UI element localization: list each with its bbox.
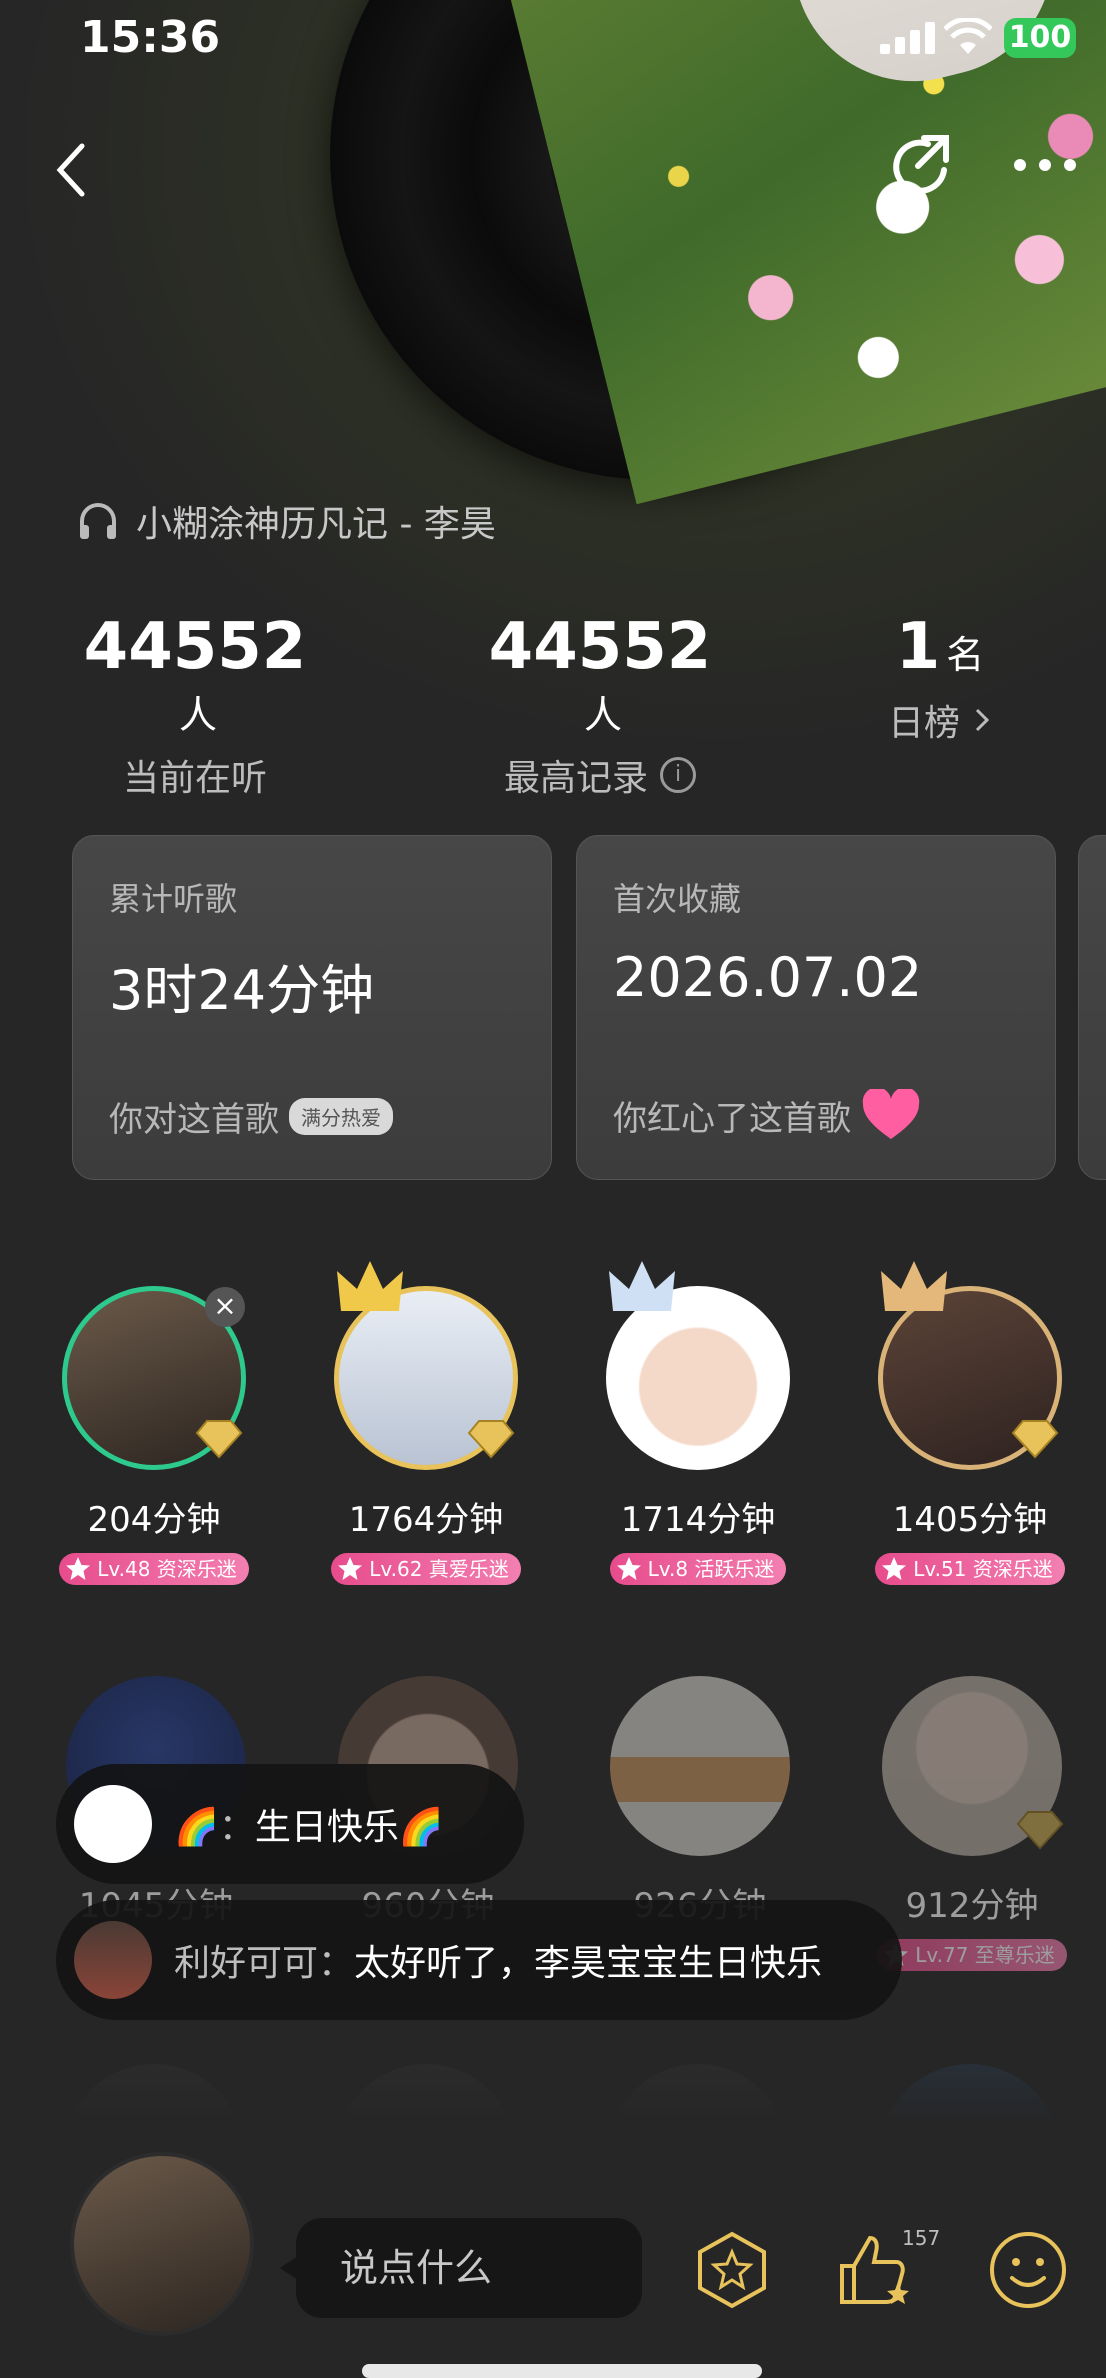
stat-unit: 人 — [178, 693, 217, 737]
love-badge: 满分热爱 — [289, 1098, 393, 1135]
avatar[interactable] — [606, 1261, 790, 1470]
commenter-avatar — [74, 1785, 152, 1863]
stat-value: 44552 — [83, 610, 307, 684]
comment-bubble[interactable]: 🌈：生日快乐🌈 — [56, 1764, 524, 1884]
card-value: 2026.07.02 — [613, 946, 923, 1009]
avatar[interactable] — [882, 1676, 1064, 1856]
stat-label: 最高记录 — [503, 758, 648, 799]
commenter-avatar — [74, 1921, 152, 1999]
crown-silver-icon — [609, 1261, 675, 1311]
chevron-right-icon — [975, 708, 990, 732]
my-avatar[interactable] — [70, 2152, 254, 2336]
card-footer: 你对这首歌 — [109, 1100, 279, 1140]
star-icon — [66, 1557, 91, 1580]
avatar[interactable] — [878, 1261, 1062, 1470]
card-footer: 你红心了这首歌 — [613, 1098, 851, 1139]
listener-item[interactable]: 1714分钟 Lv.8 活跃乐迷 — [598, 1261, 798, 1585]
bottom-fade — [0, 2010, 1106, 2170]
stat-daily-rank[interactable]: 1名 日榜 — [860, 610, 1020, 746]
level-text: Lv.8 活跃乐迷 — [647, 1557, 775, 1581]
listen-minutes: 1405分钟 — [892, 1500, 1048, 1540]
level-badge: Lv.8 活跃乐迷 — [609, 1553, 787, 1585]
listen-minutes: 1714分钟 — [620, 1500, 776, 1540]
level-text: Lv.62 真爱乐迷 — [369, 1557, 509, 1581]
close-icon[interactable]: × — [205, 1287, 245, 1327]
level-text: Lv.77 至尊乐迷 — [915, 1943, 1055, 1967]
listener-item[interactable]: 912分钟 Lv.77 至尊乐迷 — [872, 1676, 1072, 1971]
comment-text: 生日快乐🌈 — [254, 1807, 444, 1848]
listener-item[interactable]: 926分钟 — [600, 1676, 800, 1927]
crown-bronze-icon — [881, 1261, 947, 1311]
avatar[interactable] — [334, 1261, 518, 1470]
comment-input[interactable]: 说点什么 — [296, 2218, 642, 2318]
card-value: 3时24分钟 — [109, 959, 375, 1022]
like-count: 157 — [902, 2226, 941, 2250]
comment-text: 太好听了，李昊宝宝生日快乐 — [354, 1943, 823, 1984]
commenter-name: 利好可可 — [174, 1943, 319, 1984]
avatar[interactable] — [610, 1676, 790, 1856]
stat-current-listeners: 44552 人 当前在听 — [70, 610, 320, 801]
stat-unit: 名 — [946, 633, 985, 677]
back-icon[interactable] — [48, 140, 96, 200]
share-icon[interactable] — [888, 134, 954, 200]
diamond-badge-icon — [195, 1420, 243, 1459]
listen-minutes: 912分钟 — [905, 1886, 1039, 1926]
signal-icon — [880, 22, 935, 54]
separator: ： — [318, 1943, 355, 1984]
listener-item[interactable]: 1764分钟 Lv.62 真爱乐迷 — [326, 1261, 526, 1585]
card-first-favorite[interactable]: 首次收藏 2026.07.02 你红心了这首歌 — [576, 835, 1056, 1180]
song-title: 小糊涂神历凡记 - 李昊 — [136, 504, 496, 545]
battery-indicator: 100 — [1004, 18, 1076, 58]
more-icon[interactable] — [1010, 150, 1080, 180]
wifi-icon — [944, 18, 992, 54]
level-badge: Lv.51 资深乐迷 — [875, 1553, 1065, 1585]
headphones-icon — [80, 503, 116, 539]
diamond-badge-icon — [1016, 1811, 1064, 1850]
card-partial[interactable] — [1078, 835, 1106, 1180]
stat-label: 日榜 — [887, 703, 960, 744]
listener-item[interactable]: 1405分钟 Lv.51 资深乐迷 — [870, 1261, 1070, 1585]
stat-peak-record: 44552 人 最高记录 i — [470, 610, 730, 801]
now-playing-song[interactable]: 小糊涂神历凡记 - 李昊 — [76, 496, 496, 546]
level-badge: Lv.77 至尊乐迷 — [877, 1939, 1067, 1971]
separator: ： — [218, 1807, 255, 1848]
emoji-icon[interactable] — [988, 2230, 1068, 2310]
diamond-badge-icon — [467, 1420, 515, 1459]
diamond-badge-icon — [1011, 1420, 1059, 1459]
listen-minutes: 204分钟 — [87, 1500, 221, 1540]
stat-unit: 人 — [583, 693, 622, 737]
star-icon — [338, 1557, 363, 1580]
card-title: 首次收藏 — [613, 880, 742, 918]
level-badge: Lv.48 资深乐迷 — [59, 1553, 249, 1585]
level-text: Lv.51 资深乐迷 — [913, 1557, 1053, 1581]
status-time: 15:36 — [80, 12, 221, 63]
listen-minutes: 1764分钟 — [348, 1500, 504, 1540]
card-title: 累计听歌 — [109, 880, 238, 918]
status-bar: 15:36 100 — [0, 0, 1106, 80]
home-indicator[interactable] — [362, 2364, 762, 2378]
stat-value: 1 — [895, 610, 941, 684]
level-badge: Lv.62 真爱乐迷 — [331, 1553, 521, 1585]
comment-bubble[interactable]: 利好可可：太好听了，李昊宝宝生日快乐 — [56, 1900, 902, 2020]
commenter-name: 🌈 — [174, 1807, 219, 1848]
avatar[interactable]: × — [62, 1286, 246, 1470]
gift-star-icon[interactable] — [692, 2230, 772, 2310]
level-text: Lv.48 资深乐迷 — [97, 1557, 237, 1581]
crown-gold-icon — [337, 1261, 403, 1311]
stat-value: 44552 — [488, 610, 712, 684]
star-icon — [616, 1557, 641, 1580]
star-icon — [882, 1557, 907, 1580]
card-total-listening[interactable]: 累计听歌 3时24分钟 你对这首歌 满分热爱 — [72, 835, 552, 1180]
listener-item[interactable]: × 204分钟 Lv.48 资深乐迷 — [54, 1286, 254, 1585]
stat-label: 当前在听 — [122, 758, 267, 799]
heart-icon — [862, 1089, 920, 1139]
info-icon[interactable]: i — [660, 757, 696, 793]
